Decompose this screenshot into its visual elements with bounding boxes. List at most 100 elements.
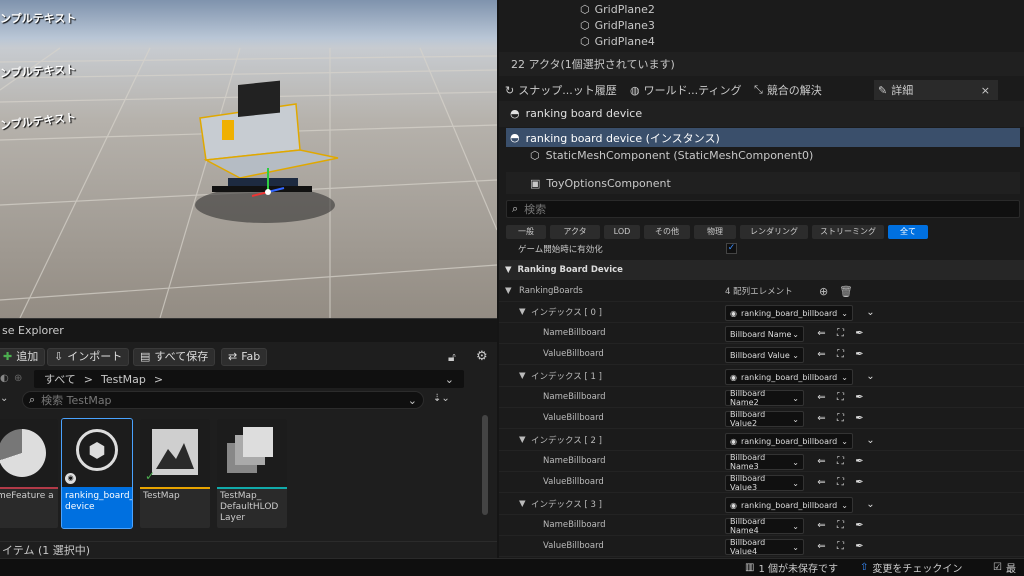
browse-icon[interactable]: ⛶ (834, 348, 847, 361)
category-lod[interactable]: LOD (604, 225, 640, 239)
value-billboard-dropdown[interactable]: Billboard Value4 ⌄ (725, 538, 804, 556)
path-breadcrumb[interactable]: すべて > TestMap > ⌄ (34, 370, 464, 388)
expand-icon[interactable]: ⌄ (864, 306, 877, 319)
picker-icon[interactable]: ✒ (853, 391, 866, 404)
picker-icon[interactable]: ✒ (853, 519, 866, 532)
use-selected-icon[interactable]: ⇐ (815, 327, 828, 340)
picker-icon[interactable]: ✒ (853, 327, 866, 340)
chevron-down-icon: ⌄ (792, 478, 799, 488)
component-toy-options[interactable]: ▣ ToyOptionsComponent (506, 172, 1020, 194)
value-billboard-dropdown[interactable]: Billboard Value2 ⌄ (725, 410, 804, 428)
breadcrumb-all[interactable]: すべて (44, 371, 76, 387)
actor-count: 22 アクタ(1個選択されています) (499, 52, 1024, 76)
browse-icon[interactable]: ⛶ (834, 476, 847, 489)
add-element-icon[interactable]: ⊕ (819, 285, 828, 298)
component-static-mesh[interactable]: ⬡ StaticMeshComponent (StaticMeshComponen… (530, 149, 813, 162)
name-billboard-dropdown[interactable]: Billboard Name2 ⌄ (725, 389, 804, 407)
collapse-arrow-icon[interactable]: ▼ (519, 371, 526, 381)
collapse-arrow-icon[interactable]: ▼ (519, 499, 526, 509)
details-search-input[interactable]: ⌕ 検索 (506, 200, 1020, 218)
asset-tile-testmap[interactable]: ✓ TestMap (140, 419, 210, 528)
browse-icon[interactable]: ⛶ (834, 455, 847, 468)
picker-icon[interactable]: ✒ (853, 540, 866, 553)
unsaved-status[interactable]: ▥ 1 個が未保存です (745, 558, 838, 576)
enable-at-start-checkbox[interactable]: ✓ (726, 243, 737, 254)
last-status[interactable]: ☑ 最 (993, 558, 1016, 576)
category-streaming[interactable]: ストリーミング (812, 225, 884, 239)
picker-icon[interactable]: ✒ (853, 476, 866, 489)
collapse-arrow-icon[interactable]: ▼ (505, 286, 512, 296)
section-ranking-board-device[interactable]: ▼ Ranking Board Device (499, 260, 1024, 280)
chevron-down-icon: ⌄ (792, 414, 799, 424)
tab-details[interactable]: ✎ 詳細 × (874, 80, 998, 100)
browse-icon[interactable]: ⛶ (834, 391, 847, 404)
component-root[interactable]: ◓ ranking board device (インスタンス) (506, 128, 1020, 147)
plus-icon: ✚ (3, 350, 13, 363)
expand-icon[interactable]: ⌄ (864, 370, 877, 383)
asset-tile-ranking-board-device[interactable]: ⬢ ◉ ranking_board_ device (61, 418, 133, 529)
browse-icon[interactable]: ⛶ (834, 327, 847, 340)
checkin-button[interactable]: ⇧ 変更をチェックイン (860, 558, 962, 576)
name-billboard-dropdown[interactable]: Billboard Name ⌄ (725, 326, 804, 342)
picker-icon[interactable]: ✒ (853, 455, 866, 468)
use-selected-icon[interactable]: ⇐ (815, 540, 828, 553)
sort-icon[interactable]: ⇣⌄ (433, 393, 450, 404)
use-selected-icon[interactable]: ⇐ (815, 455, 828, 468)
category-misc[interactable]: その他 (644, 225, 690, 239)
use-selected-icon[interactable]: ⇐ (815, 476, 828, 489)
browse-icon[interactable]: ⛶ (834, 519, 847, 532)
level-viewport[interactable]: ンプルテキスト ンプルテキスト ンプルテキスト (0, 0, 497, 318)
asset-scrollbar[interactable] (482, 415, 488, 515)
category-actor[interactable]: アクタ (550, 225, 600, 239)
trash-icon[interactable]: 🗑︎ (839, 285, 853, 298)
outliner-item-gridplane3[interactable]: ⬡ GridPlane3 (580, 19, 655, 32)
use-selected-icon[interactable]: ⇐ (815, 391, 828, 404)
history-forward-icon[interactable]: ⊕ (14, 373, 22, 384)
asset-tile-testmap-hlod[interactable]: TestMap_ DefaultHLOD Layer (217, 419, 287, 528)
expand-icon[interactable]: ⌄ (864, 434, 877, 447)
asset-tile-gamefeature[interactable]: meFeature a (0, 419, 58, 528)
category-physics[interactable]: 物理 (694, 225, 736, 239)
category-rendering[interactable]: レンダリング (740, 225, 808, 239)
actor-name[interactable]: ◓ ranking board device (510, 107, 642, 120)
outliner-item-gridplane2[interactable]: ⬡ GridPlane2 (580, 3, 655, 16)
picker-icon[interactable]: ✒ (853, 412, 866, 425)
collapse-arrow-icon[interactable]: ▼ (519, 435, 526, 445)
tab-conflict-resolution[interactable]: ⤡ 競合の解決 (754, 80, 822, 100)
value-billboard-dropdown[interactable]: Billboard Value3 ⌄ (725, 474, 804, 492)
history-back-icon[interactable]: ◐ (0, 373, 9, 384)
use-selected-icon[interactable]: ⇐ (815, 519, 828, 532)
name-billboard-dropdown[interactable]: Billboard Name3 ⌄ (725, 453, 804, 471)
tab-world-partition[interactable]: ◍ ワールド...ティング (630, 80, 741, 100)
close-icon[interactable]: × (981, 84, 990, 97)
chevron-down-icon: ⌄ (407, 393, 417, 407)
import-button[interactable]: ⇩ インポート (47, 348, 130, 366)
add-button[interactable]: ✚ 追加 (0, 348, 46, 366)
use-selected-icon[interactable]: ⇐ (815, 348, 828, 361)
browse-icon[interactable]: ⛶ (834, 412, 847, 425)
gear-icon[interactable]: ⚙ (476, 349, 488, 364)
browse-icon[interactable]: ⛶ (834, 540, 847, 553)
outliner-item-gridplane4[interactable]: ⬡ GridPlane4 (580, 35, 655, 48)
collapse-arrow-icon[interactable]: ▼ (519, 307, 526, 317)
category-all[interactable]: 全て (888, 225, 928, 239)
breadcrumb-testmap[interactable]: TestMap (101, 373, 146, 386)
board-dropdown[interactable]: ◉ ranking_board_billboard ⌄ (725, 305, 853, 321)
save-all-button[interactable]: ▤ すべて保存 (133, 348, 216, 366)
board-dropdown[interactable]: ◉ ranking_board_billboard ⌄ (725, 433, 853, 449)
lock-icon[interactable]: 🔓︎ (448, 350, 456, 365)
chevron-down-icon[interactable]: ⌄ (445, 373, 454, 386)
value-billboard-dropdown[interactable]: Billboard Value ⌄ (725, 347, 804, 363)
board-dropdown[interactable]: ◉ ranking_board_billboard ⌄ (725, 369, 853, 385)
category-general[interactable]: 一般 (506, 225, 546, 239)
use-selected-icon[interactable]: ⇐ (815, 412, 828, 425)
board-dropdown[interactable]: ◉ ranking_board_billboard ⌄ (725, 497, 853, 513)
fab-button[interactable]: ⇄ Fab (221, 348, 268, 366)
expand-icon[interactable]: ⌄ (864, 498, 877, 511)
filter-chevron-icon[interactable]: ⌄ (0, 393, 8, 404)
name-billboard-dropdown[interactable]: Billboard Name4 ⌄ (725, 517, 804, 535)
device-icon: ◉ (730, 500, 737, 510)
picker-icon[interactable]: ✒ (853, 348, 866, 361)
asset-search-input[interactable]: ⌕ 検索 TestMap ⌄ (22, 391, 424, 409)
tab-snapshot-history[interactable]: ↻ スナップ...ット履歴 (505, 80, 617, 100)
